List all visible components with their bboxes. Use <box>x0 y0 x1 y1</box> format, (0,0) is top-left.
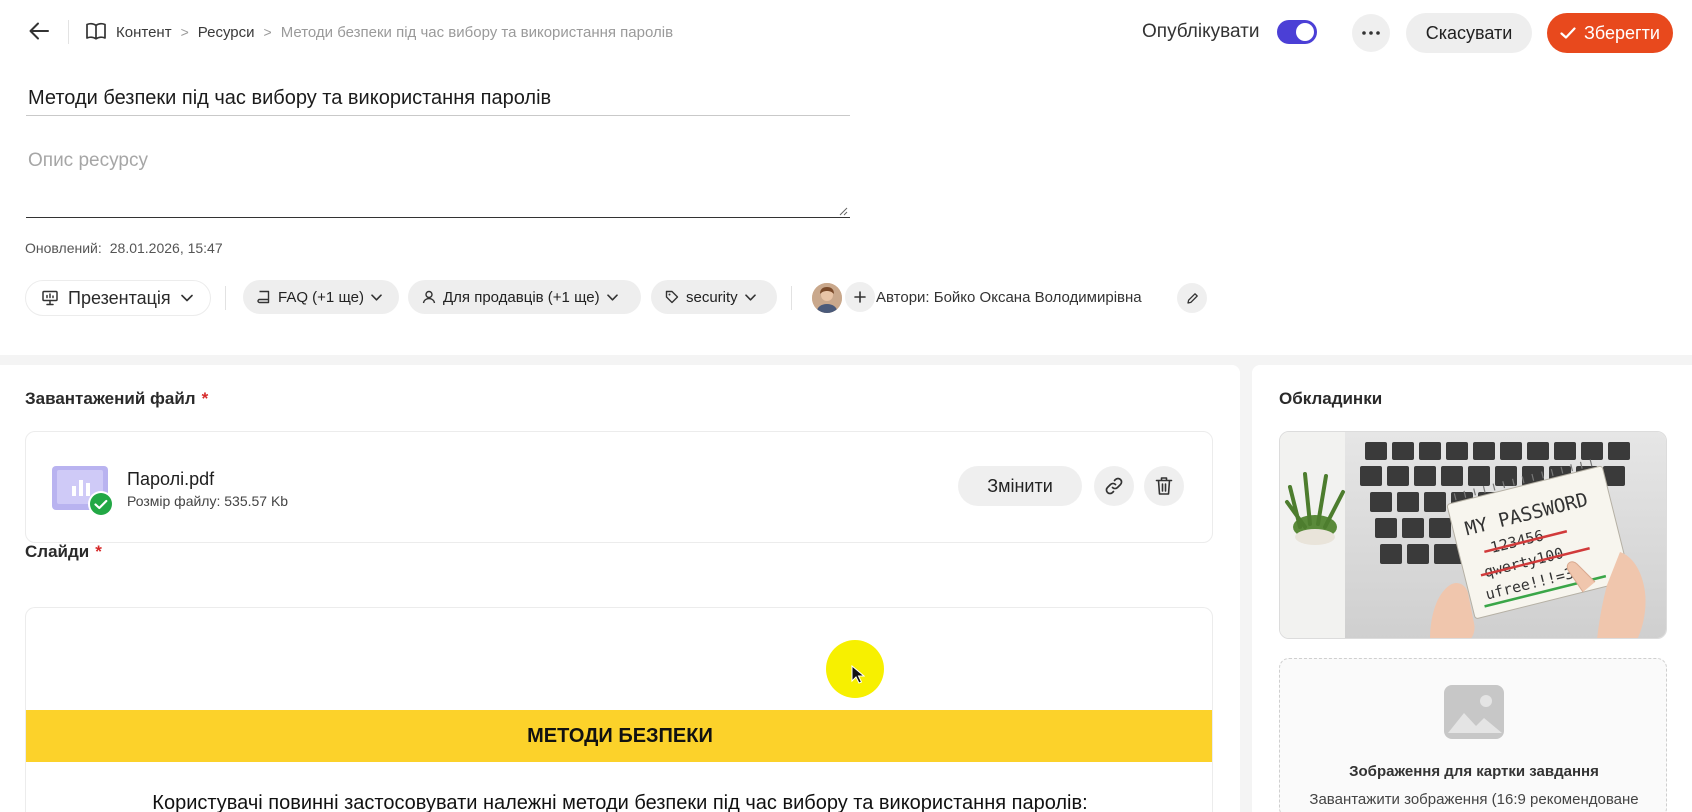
updated-info: Оновлений: 28.01.2026, 15:47 <box>25 240 223 256</box>
audience-dropdown[interactable]: Для продавців (+1 ще) <box>408 280 641 314</box>
slide-text: Користувачі повинні застосовувати належн… <box>152 792 1088 812</box>
upload-title: Зображення для картки завдання <box>1349 763 1599 780</box>
tags-dropdown[interactable]: security <box>651 280 777 314</box>
slide-banner: МЕТОДИ БЕЗПЕКИ <box>26 710 1212 762</box>
chevron-down-icon <box>606 293 618 301</box>
author-avatar <box>812 283 842 313</box>
delete-file-button[interactable] <box>1144 466 1184 506</box>
publish-toggle[interactable] <box>1277 20 1317 44</box>
chevron-down-icon <box>744 293 756 301</box>
breadcrumb-content[interactable]: Контент <box>116 24 172 41</box>
change-file-button[interactable]: Змінити <box>958 466 1082 506</box>
cancel-button[interactable]: Скасувати <box>1406 13 1532 53</box>
divider <box>791 286 792 310</box>
tag-icon <box>665 290 679 304</box>
check-icon <box>1560 27 1576 39</box>
edit-authors-button[interactable] <box>1177 283 1207 313</box>
slides-heading: Слайди * <box>25 542 102 562</box>
updated-value: 28.01.2026, 15:47 <box>109 240 223 256</box>
resource-editor-page: Контент > Ресурси > Методи безпеки під ч… <box>0 0 1692 812</box>
file-name: Паролі.pdf <box>127 469 215 489</box>
slides-title: Слайди <box>25 542 90 561</box>
updated-label: Оновлений: <box>25 240 102 256</box>
divider <box>225 286 226 310</box>
toggle-knob <box>1296 23 1314 41</box>
pdf-file-icon <box>51 464 114 517</box>
more-options-button[interactable] <box>1352 14 1390 52</box>
chevron-down-icon <box>180 294 193 302</box>
link-icon <box>1105 477 1123 495</box>
file-size: Розмір файлу: 535.57 Kb <box>127 493 289 509</box>
tag-label: security <box>686 288 738 306</box>
uploaded-file-card: Паролі.pdf Розмір файлу: 535.57 Kb Зміни… <box>25 431 1213 543</box>
book-icon <box>86 22 106 42</box>
pencil-icon <box>1186 292 1198 304</box>
resource-type-label: Презентація <box>68 287 171 308</box>
user-icon <box>422 290 436 304</box>
image-icon <box>1444 685 1504 739</box>
upload-subtitle: Завантажити зображення (16:9 рекомендова… <box>1309 791 1639 808</box>
trash-icon <box>1155 477 1173 495</box>
category-dropdown[interactable]: FAQ (+1 ще) <box>243 280 399 314</box>
arrow-left-icon <box>29 22 49 40</box>
add-author-button[interactable] <box>845 282 875 312</box>
breadcrumb-separator: > <box>263 24 272 40</box>
back-button[interactable] <box>24 16 54 46</box>
required-mark: * <box>95 542 102 561</box>
breadcrumb-current: Методи безпеки під час вибору та викорис… <box>280 23 674 41</box>
divider <box>68 20 69 44</box>
authors-label: Автори: Бойко Оксана Володимирівна <box>876 289 1142 306</box>
breadcrumb-separator: > <box>180 24 189 40</box>
audience-label: Для продавців (+1 ще) <box>443 288 600 306</box>
breadcrumb: Контент > Ресурси > Методи безпеки під ч… <box>86 22 673 42</box>
breadcrumb-resources[interactable]: Ресурси <box>198 24 255 41</box>
book-icon <box>257 290 270 304</box>
covers-heading: Обкладинки <box>1279 389 1383 408</box>
slides-preview[interactable]: МЕТОДИ БЕЗПЕКИ Користувачі повинні засто… <box>25 607 1213 812</box>
required-mark: * <box>201 389 209 408</box>
copy-link-button[interactable] <box>1094 466 1134 506</box>
resource-type-dropdown[interactable]: Презентація <box>25 280 211 316</box>
publish-label: Опублікувати <box>1142 21 1260 42</box>
ellipsis-icon <box>1362 31 1380 35</box>
uploaded-file-title: Завантажений файл <box>25 389 196 408</box>
save-button[interactable]: Зберегти <box>1547 13 1673 53</box>
uploaded-file-heading: Завантажений файл * <box>25 389 208 409</box>
save-label: Зберегти <box>1584 22 1660 43</box>
mouse-cursor-icon <box>851 665 865 684</box>
resize-handle-icon[interactable] <box>838 206 848 216</box>
upload-cover-dropzone[interactable]: Зображення для картки завдання Завантажи… <box>1279 658 1667 812</box>
plus-icon <box>854 291 866 303</box>
cover-image[interactable]: MY PASSWORD 123456 qwerty100 ufree!!!=3 <box>1279 431 1667 639</box>
title-input[interactable] <box>26 82 850 116</box>
chevron-down-icon <box>371 293 382 301</box>
category-label: FAQ (+1 ще) <box>278 288 364 306</box>
cover-photo: MY PASSWORD 123456 qwerty100 ufree!!!=3 <box>1280 432 1666 638</box>
presentation-icon <box>42 290 58 306</box>
top-bar: Контент > Ресурси > Методи безпеки під ч… <box>0 0 1692 62</box>
description-textarea[interactable] <box>26 148 850 218</box>
